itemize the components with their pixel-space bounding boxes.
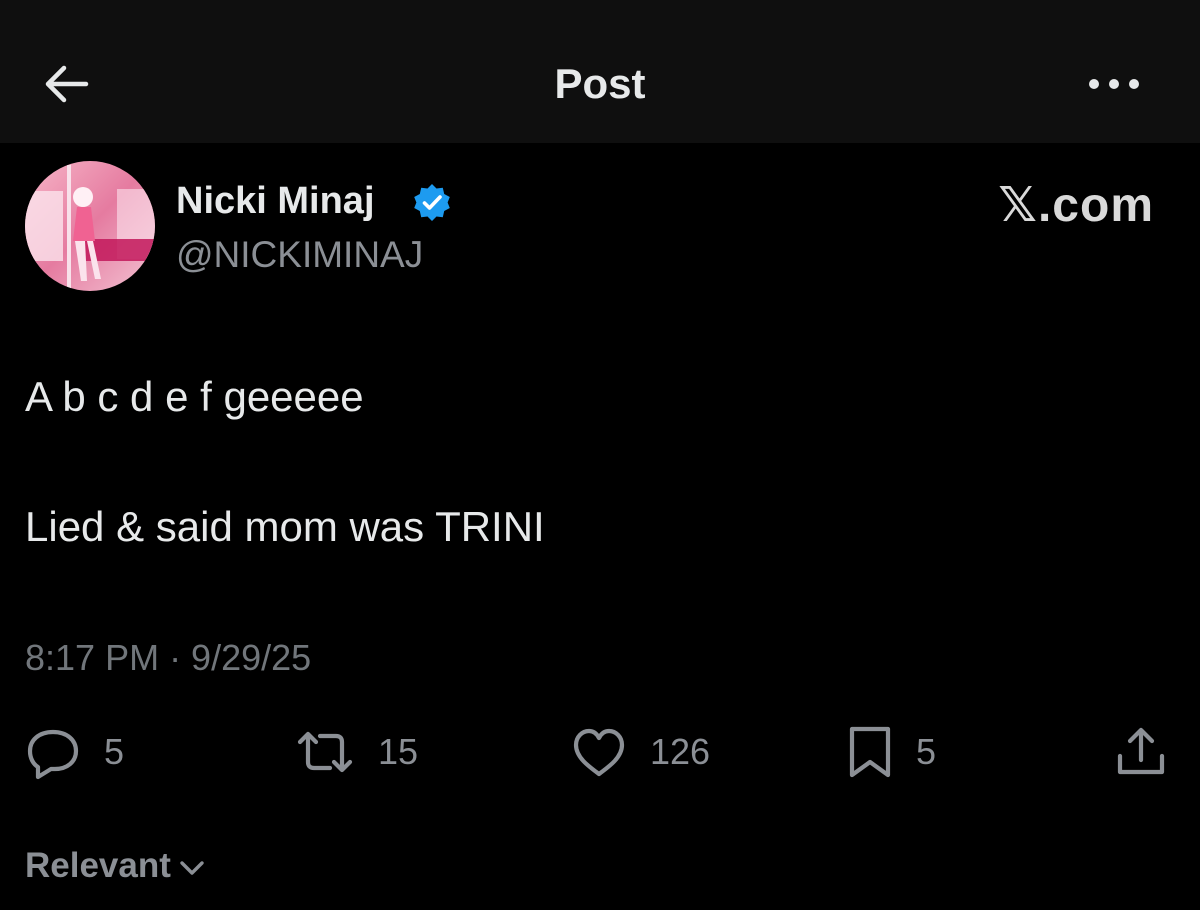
repost-icon — [297, 731, 353, 773]
more-horizontal-icon — [1089, 79, 1139, 89]
bookmark-icon — [849, 726, 891, 778]
reply-button[interactable]: 5 — [24, 724, 124, 780]
top-bar: Post — [0, 0, 1200, 143]
bookmark-count: 5 — [916, 731, 937, 772]
share-button[interactable] — [1112, 724, 1170, 780]
author-display-name[interactable]: Nicki Minaj — [176, 178, 375, 224]
bookmark-button[interactable]: 5 — [846, 724, 936, 780]
reply-count: 5 — [104, 731, 125, 772]
heart-icon — [573, 728, 625, 777]
replies-sort-toggle[interactable]: Relevant — [25, 844, 207, 888]
like-count: 126 — [650, 731, 711, 772]
post-text-line: A b c d e f geeeee — [25, 373, 364, 420]
author-handle[interactable]: @NICKIMINAJ — [176, 232, 423, 278]
replies-sort-label: Relevant — [25, 846, 171, 885]
like-button[interactable]: 126 — [570, 724, 710, 780]
post-text-line: Lied & said mom was TRINI — [25, 503, 545, 550]
share-icon — [1117, 727, 1165, 775]
avatar-image — [25, 161, 155, 291]
page-title: Post — [554, 60, 646, 107]
avatar[interactable] — [25, 161, 155, 291]
chevron-down-icon — [180, 861, 204, 875]
more-options-button[interactable] — [1080, 62, 1150, 106]
repost-button[interactable]: 15 — [294, 724, 418, 780]
x-brand-watermark: 𝕏.com — [998, 179, 1154, 232]
verified-badge-icon — [414, 184, 450, 221]
repost-count: 15 — [378, 731, 419, 772]
post-timestamp[interactable]: 8:17 PM · 9/29/25 — [25, 636, 311, 680]
reply-icon — [27, 729, 79, 780]
